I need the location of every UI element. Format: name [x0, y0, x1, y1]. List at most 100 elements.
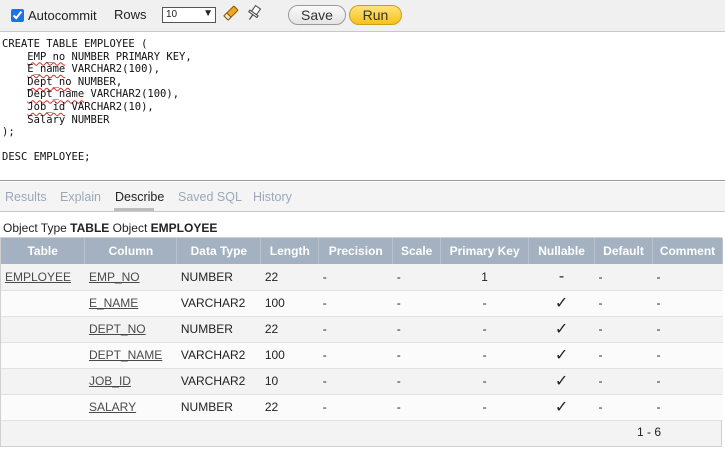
cell-length: 22 [260, 264, 319, 291]
cell-table[interactable] [1, 394, 85, 421]
cell-nullable: ✓ [528, 394, 595, 421]
autocommit-checkbox[interactable] [11, 9, 24, 22]
header-default: Default [594, 238, 653, 264]
cell-column[interactable]: E_NAME [84, 290, 177, 317]
cell-nullable: ✓ [528, 290, 595, 317]
cell-table[interactable] [1, 316, 85, 343]
result-tabs: Results Explain Describe Saved SQL Histo… [0, 182, 725, 212]
column-link[interactable]: JOB_ID [89, 374, 131, 388]
cell-table[interactable] [1, 368, 85, 395]
column-link[interactable]: EMP_NO [89, 270, 140, 284]
cell-data-type: NUMBER [176, 316, 261, 343]
cell-scale: - [392, 264, 441, 291]
editor-line: Salary NUMBER [2, 113, 110, 126]
pin-icon[interactable] [245, 4, 263, 22]
object-info: Object Type TABLE Object EMPLOYEE [3, 221, 217, 235]
active-tab-indicator [114, 208, 154, 211]
autocommit-label: Autocommit [28, 8, 97, 23]
save-button[interactable]: Save [288, 5, 346, 25]
cell-nullable: ✓ [528, 316, 595, 343]
cell-primary-key: 1 [440, 264, 529, 291]
cell-default: - [594, 290, 653, 317]
header-length: Length [260, 238, 320, 264]
tab-describe[interactable]: Describe [115, 190, 164, 204]
table-row: SALARY NUMBER 22- - - ✓ - - [1, 394, 723, 421]
cell-default: - [594, 342, 653, 369]
cell-comment: - [652, 368, 723, 395]
cell-data-type: VARCHAR2 [176, 290, 261, 317]
cell-comment: - [652, 342, 723, 369]
header-precision: Precision [318, 238, 394, 264]
cell-length: 10 [260, 368, 319, 395]
header-nullable: Nullable [528, 238, 596, 264]
cell-comment: - [652, 290, 723, 317]
cell-scale: - [392, 316, 441, 343]
cell-scale: - [392, 394, 441, 421]
tab-results[interactable]: Results [5, 190, 47, 204]
cell-precision: - [318, 368, 393, 395]
cell-precision: - [318, 394, 393, 421]
header-data-type: Data Type [176, 238, 262, 264]
rows-select[interactable]: 10 ▼ [162, 7, 216, 23]
sql-editor[interactable]: CREATE TABLE EMPLOYEE ( EMP_no NUMBER PR… [0, 33, 725, 181]
column-link[interactable]: E_NAME [89, 296, 138, 310]
cell-table[interactable] [1, 342, 85, 369]
table-row: DEPT_NO NUMBER 22- - - ✓ - - [1, 316, 723, 343]
column-link[interactable]: DEPT_NO [89, 322, 146, 336]
header-column: Column [84, 238, 178, 264]
header-table: Table [1, 238, 86, 264]
header-scale: Scale [392, 238, 442, 264]
tab-saved-sql[interactable]: Saved SQL [178, 190, 242, 204]
run-button[interactable]: Run [349, 5, 402, 25]
cell-default: - [594, 316, 653, 343]
describe-table: Table Column Data Type Length Precision … [1, 238, 724, 421]
eraser-icon[interactable] [222, 4, 240, 22]
cell-scale: - [392, 368, 441, 395]
column-link[interactable]: SALARY [89, 400, 136, 414]
cell-column[interactable]: SALARY [84, 394, 177, 421]
cell-data-type: VARCHAR2 [176, 342, 261, 369]
object-value: EMPLOYEE [150, 221, 218, 235]
cell-precision: - [318, 342, 393, 369]
tab-explain[interactable]: Explain [60, 190, 101, 204]
table-row: DEPT_NAME VARCHAR2 100- - - ✓ - - [1, 342, 723, 369]
autocommit-toggle[interactable]: Autocommit [11, 8, 97, 23]
cell-comment: - [652, 264, 723, 291]
cell-comment: - [652, 316, 723, 343]
table-header-row: Table Column Data Type Length Precision … [1, 238, 724, 264]
cell-primary-key: - [440, 368, 529, 395]
editor-line: ); [2, 126, 15, 139]
tab-history[interactable]: History [253, 190, 292, 204]
editor-line: DESC EMPLOYEE; [2, 151, 91, 164]
cell-precision: - [318, 316, 393, 343]
cell-precision: - [318, 290, 393, 317]
table-link[interactable]: EMPLOYEE [5, 270, 71, 284]
cell-scale: - [392, 290, 441, 317]
cell-table[interactable] [1, 290, 85, 317]
rows-value: 10 [166, 9, 178, 20]
cell-column[interactable]: DEPT_NO [84, 316, 177, 343]
table-row: EMPLOYEE EMP_NO NUMBER 22- -1- - - [1, 264, 723, 291]
cell-precision: - [318, 264, 393, 291]
describe-result: Table Column Data Type Length Precision … [0, 237, 724, 447]
chevron-down-icon: ▼ [203, 8, 213, 19]
object-type-label: Object Type [3, 221, 67, 235]
cell-scale: - [392, 342, 441, 369]
object-type-value: TABLE [70, 221, 110, 235]
object-label: Object [112, 221, 148, 235]
column-link[interactable]: DEPT_NAME [89, 348, 162, 362]
editor-line: CREATE TABLE EMPLOYEE ( [2, 38, 148, 50]
cell-length: 100 [260, 342, 319, 369]
cell-column[interactable]: JOB_ID [84, 368, 177, 395]
cell-data-type: VARCHAR2 [176, 368, 261, 395]
editor-line: Dept_name VARCHAR2(100), [27, 88, 180, 101]
cell-column[interactable]: EMP_NO [84, 264, 177, 291]
rows-label: Rows [114, 7, 147, 22]
cell-data-type: NUMBER [176, 264, 261, 291]
cell-column[interactable]: DEPT_NAME [84, 342, 177, 369]
cell-table[interactable]: EMPLOYEE [1, 264, 85, 291]
cell-length: 22 [260, 394, 319, 421]
cell-primary-key: - [440, 316, 529, 343]
toolbar: Autocommit Rows 10 ▼ Save Run [0, 0, 725, 32]
